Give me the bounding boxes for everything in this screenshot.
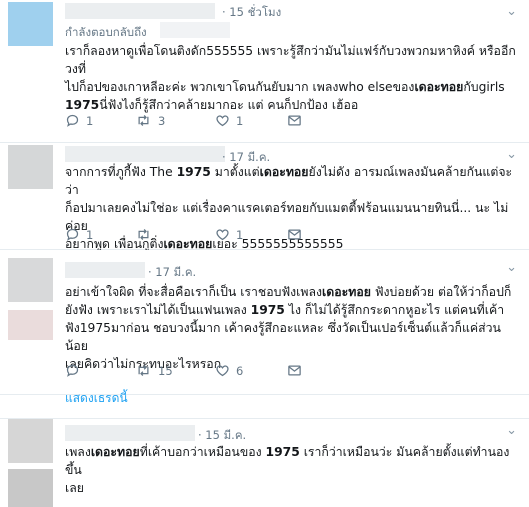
avatar[interactable] [8,2,53,46]
tweet-text-line: 1975นี่ฟังไงก็รู้สึกว่าคล้ายมากอะ แต่ คน… [65,96,520,114]
redacted-username [65,425,195,441]
tweet-text: เพลงเดอะทอยที่เค้าบอกว่าเหมือนของ 1975 เ… [65,443,520,497]
reply-icon [65,227,80,242]
like-count: 1 [236,227,244,242]
text-run: เพลง [65,445,91,459]
retweet-count: 15 [158,363,173,378]
text-run: กับgirls [463,80,505,94]
tweet-text-line: ไปก็อปของเกาหลีอะค่ะ พวกเขาโดนกันยับมาก … [65,78,520,96]
chevron-down-icon[interactable]: ⌄ [506,4,517,19]
avatar-thread-tail [8,469,53,507]
avatar[interactable] [8,145,53,189]
tweet-actions: 15 6 [65,363,365,381]
text-run: ยังฟัง เพราะเราไม่ได้เป็นแฟนเพลง [65,303,251,317]
show-thread-link[interactable]: แสดงเธรดนี้ [65,389,128,408]
tweet-actions: 1 3 1 [65,113,365,131]
retweet-button[interactable]: 3 [135,113,165,128]
tweet-4[interactable]: · 15 มี.ค. ⌄ เพลงเดอะทอยที่เค้าบอกว่าเหม… [0,418,529,507]
text-run: ที่เค้าบอกว่าเหมือนของ [139,445,266,459]
tweet-text: เราก็ลองหาดูเพื่อโดนติงดัก555555 เพราะรู… [65,42,520,114]
highlighted-term: 1975 [176,165,211,179]
text-run: ไง ก็ไม่ได้รู้สึกกระดากหูอะไร แต่คนที่เค… [284,303,505,317]
tweet-text-line: ยังฟัง เพราะเราไม่ได้เป็นแฟนเพลง 1975 ไง… [65,301,520,319]
avatar[interactable] [8,419,53,463]
text-run: เราก็ลองหาดูเพื่อโดนติงดัก555555 เพราะรู… [65,44,516,76]
tweet-text: อย่าเข้าใจผิด ที่จะสื่อคือเราก็เป็น เราช… [65,283,520,373]
highlighted-term: 1975 [250,303,285,317]
chevron-down-icon[interactable]: ⌄ [506,147,517,162]
tweet-3[interactable]: · 17 มี.ค. ⌄ อย่าเข้าใจผิด ที่จะสื่อคือเ… [0,250,529,395]
like-icon [215,363,230,378]
text-run: อย่าเข้าใจผิด ที่จะสื่อคือเราก็เป็น เราช… [65,285,323,299]
highlighted-term: เดอะทอย [90,445,140,459]
retweet-icon [135,227,152,242]
like-count: 6 [236,363,244,378]
like-button[interactable]: 1 [215,113,243,128]
tweet-text-line: ฟัง1975มาก่อน ชอบวงนี้มาก เค้าคงรู้สึกอะ… [65,319,520,355]
like-icon [215,227,230,242]
tweet-text-line: เพลงเดอะทอยที่เค้าบอกว่าเหมือนของ 1975 เ… [65,443,520,479]
retweet-button[interactable]: 15 [135,363,173,378]
redacted-username [65,3,215,19]
direct-message-button[interactable] [287,227,302,242]
tweet-text-line: เราก็ลองหาดูเพื่อโดนติงดัก555555 เพราะรู… [65,42,520,78]
highlighted-term: 1975 [265,445,300,459]
highlighted-term: เดอะทอย [322,285,371,299]
tweet-text-line: อย่าเข้าใจผิด ที่จะสื่อคือเราก็เป็น เราช… [65,283,520,301]
redacted-username [65,146,225,162]
retweet-button[interactable] [135,227,158,242]
like-button[interactable]: 6 [215,363,243,378]
chevron-down-icon[interactable]: ⌄ [506,423,517,438]
direct-message-button[interactable] [287,113,302,128]
retweet-count: 3 [158,113,166,128]
tweet-date[interactable]: · 17 มี.ค. [148,264,196,282]
like-icon [215,113,230,128]
reply-button[interactable]: 1 [65,113,93,128]
direct-message-icon [287,363,302,378]
direct-message-button[interactable] [287,363,302,378]
avatar-thread-tail [8,310,53,340]
highlighted-term: เดอะทอย [259,165,309,179]
text-run: จากการที่ภูกี้ฟัง The [65,165,177,179]
text-run: เลย [65,481,84,495]
like-count: 1 [236,113,244,128]
direct-message-icon [287,113,302,128]
like-button[interactable]: 1 [215,227,243,242]
reply-button[interactable]: 1 [65,227,93,242]
tweet-1[interactable]: · 15 ชั่วโมง ⌄ กำลังตอบกลับถึง เราก็ลองห… [0,0,529,143]
reply-icon [65,363,80,378]
retweet-icon [135,363,152,378]
redacted-replying-to [160,22,230,38]
reply-count: 1 [86,113,94,128]
tweet-date[interactable]: · 15 ชั่วโมง [222,4,281,22]
avatar[interactable] [8,258,53,302]
highlighted-term: 1975 [65,98,100,112]
chevron-down-icon[interactable]: ⌄ [506,260,517,275]
replying-to-label: กำลังตอบกลับถึง [65,25,147,39]
text-run: ไปก็อปของเกาหลีอะค่ะ พวกเขาโดนกันยับมาก … [65,80,415,94]
text-run: มาตั้งแต่ [210,165,260,179]
text-run: ฟัง1975มาก่อน ชอบวงนี้มาก เค้าคงรู้สึกอะ… [65,321,501,353]
text-run: ฟังบ่อยด้วย ต่อให้ว่าก็อปก็ [370,285,512,299]
direct-message-icon [287,227,302,242]
tweet-text-line: จากการที่ภูกี้ฟัง The 1975 มาตั้งแต่เดอะ… [65,163,520,199]
retweet-icon [135,113,152,128]
redacted-username [65,262,145,278]
highlighted-term: เดอะทอย [414,80,464,94]
tweet-2[interactable]: · 17 มี.ค. ⌄ จากการที่ภูกี้ฟัง The 1975 … [0,143,529,251]
reply-count: 1 [86,227,94,242]
reply-icon [65,113,80,128]
reply-button[interactable] [65,363,86,378]
tweet-actions: 11 [65,227,365,245]
text-run: นี่ฟังไงก็รู้สึกว่าคล้ายมากอะ แต่ คนก็ปก… [99,98,359,112]
tweet-text-line: เลย [65,479,520,497]
